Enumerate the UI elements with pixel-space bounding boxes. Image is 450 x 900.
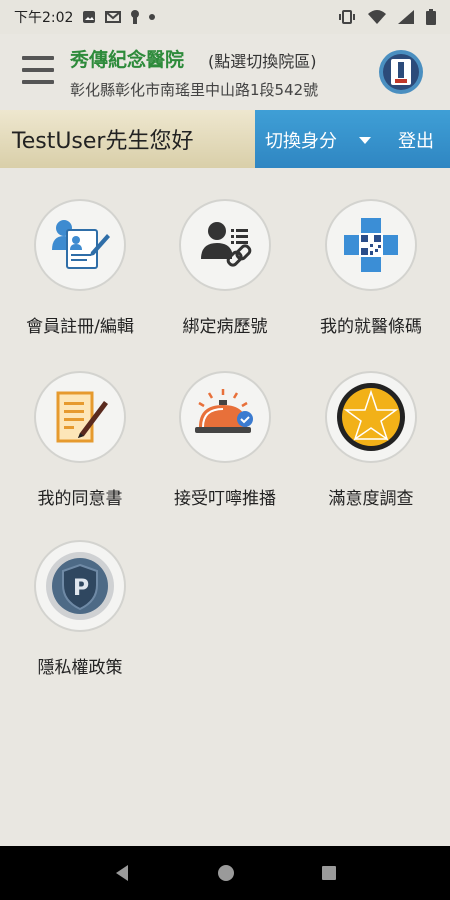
user-greeting: TestUser先生您好: [12, 129, 194, 154]
keyhole-icon: [131, 10, 140, 24]
logout-button[interactable]: 登出: [398, 127, 434, 153]
signal-icon: [398, 10, 414, 24]
tile-icon-circle: [34, 199, 126, 291]
system-nav-bar: [0, 846, 450, 900]
status-time: 下午2:02: [14, 10, 74, 26]
account-actions: 切換身分 登出: [255, 110, 450, 168]
user-bar: TestUser先生您好 切換身分 登出: [0, 110, 450, 168]
tile-label: 隱私權政策: [37, 658, 123, 678]
medical-barcode-icon: [344, 218, 398, 272]
consent-form-icon: [56, 391, 108, 443]
tile-icon-circle: [325, 199, 417, 291]
hospital-logo-icon[interactable]: [378, 49, 424, 95]
tile-icon-circle: [325, 371, 417, 463]
member-register-icon: [52, 220, 110, 269]
hospital-address: 彰化縣彰化市南瑤里中山路1段542號: [70, 81, 319, 99]
gmail-icon: [105, 11, 122, 23]
privacy-policy-icon: P: [46, 552, 114, 620]
gallery-icon: [83, 11, 96, 23]
wifi-icon: [368, 10, 386, 24]
chevron-down-icon: [359, 136, 371, 144]
satisfaction-survey-icon: [337, 383, 405, 451]
tile-label: 我的同意書: [37, 489, 123, 509]
svg-text:P: P: [73, 576, 89, 601]
tile-icon-circle: [34, 371, 126, 463]
reminder-bell-icon: [195, 389, 253, 433]
vibrate-icon: [339, 10, 355, 24]
home-icon[interactable]: [216, 863, 236, 883]
tile-label: 滿意度調查: [328, 489, 414, 509]
hamburger-menu-icon[interactable]: [22, 56, 54, 84]
app-header: 秀傳紀念醫院 (點選切換院區) 彰化縣彰化市南瑤里中山路1段542號: [0, 34, 450, 110]
recents-icon[interactable]: [320, 864, 338, 882]
tile-label: 接受叮嚀推播: [174, 489, 276, 509]
battery-icon: [426, 9, 436, 25]
switch-identity-label: 切換身分: [265, 131, 337, 152]
tile-label: 綁定病歷號: [182, 317, 268, 337]
dot-icon: [149, 14, 156, 20]
back-icon[interactable]: [112, 863, 132, 883]
tile-label: 會員註冊/編輯: [26, 317, 134, 337]
switch-branch-hint[interactable]: (點選切換院區): [208, 48, 317, 72]
tile-label: 我的就醫條碼: [320, 317, 422, 337]
status-bar: 下午2:02: [0, 0, 450, 34]
greeting-box: TestUser先生您好: [0, 110, 255, 168]
tile-icon-circle: [179, 371, 271, 463]
hospital-name[interactable]: 秀傳紀念醫院: [70, 45, 184, 72]
bind-record-icon: [201, 222, 252, 267]
tile-icon-circle: P: [34, 540, 126, 632]
switch-identity-button[interactable]: 切換身分: [265, 127, 371, 153]
tile-icon-circle: [179, 199, 271, 291]
